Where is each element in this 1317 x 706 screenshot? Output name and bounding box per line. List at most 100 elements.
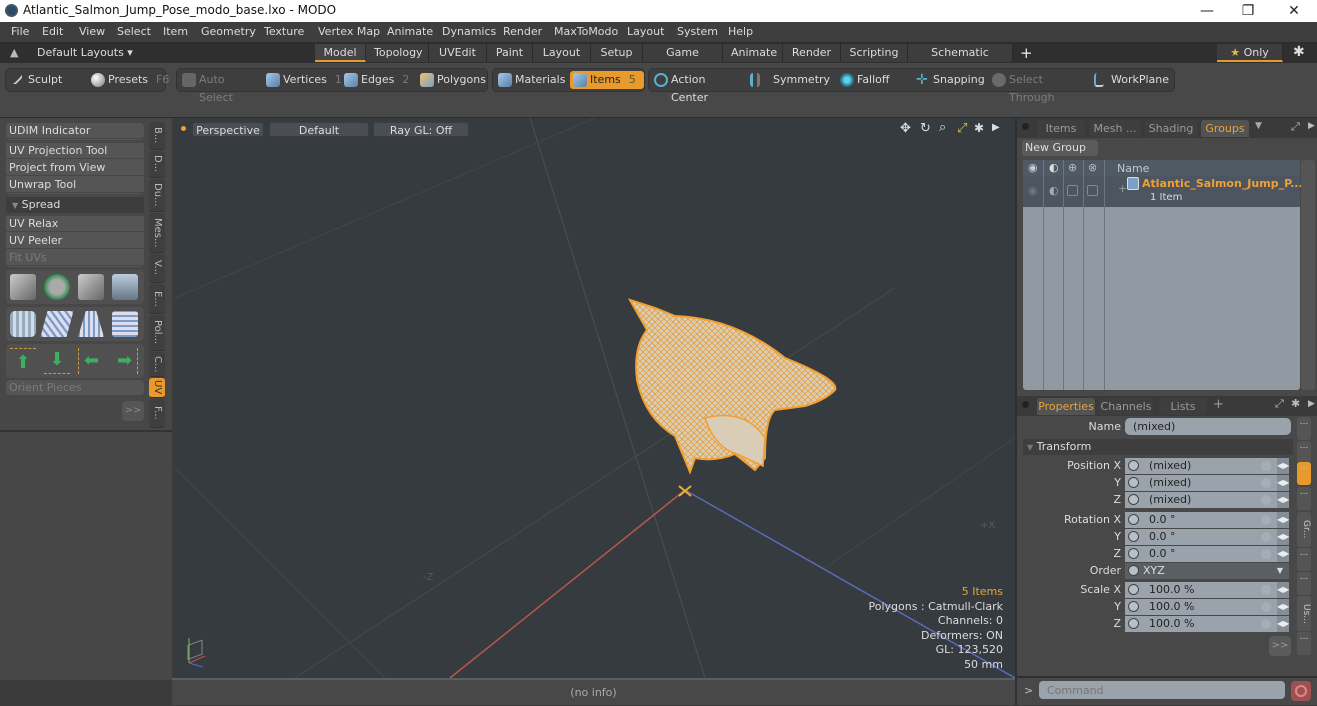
row-render-icon[interactable]: ◐: [1049, 184, 1059, 197]
only-toggle[interactable]: ★ Only: [1217, 44, 1283, 62]
align-bottom-arrow-icon[interactable]: ⬇: [44, 348, 70, 374]
drag-arrows-icon[interactable]: ◀▶: [1277, 616, 1289, 632]
vtab-curve[interactable]: C...: [149, 352, 165, 377]
minimize-button[interactable]: —: [1185, 0, 1229, 22]
viewport-options-dot[interactable]: [181, 126, 186, 131]
add-properties-tab-button[interactable]: +: [1213, 397, 1224, 412]
close-button[interactable]: ✕: [1272, 0, 1316, 22]
sculpt-button[interactable]: Sculpt: [8, 71, 86, 89]
expand-plus-icon[interactable]: +: [1118, 182, 1127, 195]
action-center-button[interactable]: Action Center: [651, 71, 743, 104]
rvtab-user[interactable]: Us...: [1297, 596, 1311, 631]
udim-indicator-button[interactable]: UDIM Indicator: [6, 123, 144, 139]
tab-mesh[interactable]: Mesh ...: [1089, 120, 1141, 137]
select-column-icon[interactable]: ⊗: [1088, 161, 1097, 174]
uv-cylinder-icon[interactable]: [10, 311, 36, 337]
row-visibility-icon[interactable]: ◉: [1028, 184, 1038, 197]
tabs-dropdown-icon[interactable]: ▼: [1255, 121, 1262, 131]
rotation-z-field[interactable]: 0.0 ° ◀▶: [1125, 546, 1289, 562]
more-tools-button[interactable]: >>: [122, 401, 144, 421]
animate-dot-icon[interactable]: [1128, 477, 1139, 488]
drag-arrows-icon[interactable]: ◀▶: [1277, 582, 1289, 598]
group-row[interactable]: ◉ ◐ + Atlantic_Salmon_Jump_P... 1 Item: [1023, 176, 1303, 207]
panel-menu-arrow-icon[interactable]: ▶: [1308, 121, 1315, 131]
reset-icon[interactable]: [1261, 478, 1271, 488]
more-properties-button[interactable]: >>: [1269, 636, 1291, 656]
rvtab-3[interactable]: ...: [1297, 462, 1311, 485]
lock-column-icon[interactable]: ⊕: [1068, 161, 1077, 174]
uv-peeler-button[interactable]: UV Peeler: [6, 233, 144, 249]
tab-uvedit[interactable]: UVEdit: [429, 44, 487, 62]
menu-texture[interactable]: Texture: [264, 25, 304, 38]
menu-geometry[interactable]: Geometry: [201, 25, 256, 38]
reset-icon[interactable]: [1261, 619, 1271, 629]
rvtab-4[interactable]: ...: [1297, 487, 1311, 510]
row-lock-checkbox[interactable]: [1067, 185, 1078, 196]
vtab-fusion[interactable]: F...: [149, 399, 165, 428]
rotation-y-field[interactable]: 0.0 ° ◀▶: [1125, 529, 1289, 545]
menu-edit[interactable]: Edit: [42, 25, 63, 38]
menu-view[interactable]: View: [79, 25, 105, 38]
uv-rotate-icon[interactable]: [44, 274, 70, 300]
tab-lists[interactable]: Lists: [1159, 398, 1207, 415]
align-top-arrow-icon[interactable]: ⬆: [10, 348, 36, 374]
menu-system[interactable]: System: [677, 25, 718, 38]
tab-topology[interactable]: Topology: [366, 44, 429, 62]
groups-list[interactable]: ◉ ◐ ⊕ ⊗ Name ◉ ◐ + Atlantic_Salmon_Jump_…: [1023, 160, 1303, 390]
panel-options-dot[interactable]: [1022, 123, 1029, 130]
vertices-button[interactable]: Vertices 1: [263, 71, 342, 89]
tab-animate[interactable]: Animate: [723, 44, 783, 62]
reset-icon[interactable]: [1261, 495, 1271, 505]
name-field[interactable]: (mixed): [1125, 418, 1291, 435]
tab-model[interactable]: Model: [315, 44, 366, 62]
auto-select-button[interactable]: Auto Select: [179, 71, 261, 104]
raygl-button[interactable]: Ray GL: Off: [373, 122, 469, 137]
drag-arrows-icon[interactable]: ◀▶: [1277, 475, 1289, 491]
tab-items[interactable]: Items: [1037, 120, 1085, 137]
animate-dot-icon[interactable]: [1128, 460, 1139, 471]
menu-vertex-map[interactable]: Vertex Map: [318, 25, 380, 38]
scale-y-field[interactable]: 100.0 % ◀▶: [1125, 599, 1289, 615]
tab-paint[interactable]: Paint: [487, 44, 533, 62]
uv-relax-button[interactable]: UV Relax: [6, 216, 144, 232]
position-y-field[interactable]: (mixed) ◀▶: [1125, 475, 1289, 491]
row-select-checkbox[interactable]: [1087, 185, 1098, 196]
drag-arrows-icon[interactable]: ◀▶: [1277, 458, 1289, 474]
tab-shading[interactable]: Shading: [1145, 120, 1197, 137]
viewport-menu-arrow-icon[interactable]: ▶: [992, 122, 1000, 133]
layout-arrow-icon[interactable]: ▲: [10, 46, 18, 59]
reset-icon[interactable]: [1261, 549, 1271, 559]
properties-options-dot[interactable]: [1022, 401, 1029, 408]
drag-arrows-icon[interactable]: ◀▶: [1277, 529, 1289, 545]
left-panel-divider[interactable]: [0, 430, 172, 432]
vtab-duplicate[interactable]: Du...: [149, 179, 165, 212]
reset-icon[interactable]: [1261, 461, 1271, 471]
menu-animate[interactable]: Animate: [387, 25, 433, 38]
scale-z-field[interactable]: 100.0 % ◀▶: [1125, 616, 1289, 632]
position-x-field[interactable]: (mixed) ◀▶: [1125, 458, 1289, 474]
uv-spherical-icon[interactable]: [112, 311, 138, 337]
record-macro-button[interactable]: [1291, 681, 1311, 701]
uv-projection-tool-button[interactable]: UV Projection Tool: [6, 143, 144, 159]
edges-button[interactable]: Edges 2: [341, 71, 415, 89]
drag-arrows-icon[interactable]: ◀▶: [1277, 512, 1289, 528]
align-right-arrow-icon[interactable]: ➡: [112, 348, 138, 374]
uv-plane-icon[interactable]: [40, 311, 74, 337]
view-mode-button[interactable]: Perspective: [192, 122, 264, 137]
reset-icon[interactable]: [1261, 515, 1271, 525]
add-tab-button[interactable]: +: [1020, 44, 1033, 62]
menu-render[interactable]: Render: [503, 25, 542, 38]
default-layouts-dropdown[interactable]: Default Layouts ▾: [37, 46, 133, 59]
animate-dot-icon[interactable]: [1128, 548, 1139, 559]
scale-x-field[interactable]: 100.0 % ◀▶: [1125, 582, 1289, 598]
polygons-button[interactable]: Polygons: [417, 71, 487, 89]
vtab-deform[interactable]: D...: [149, 151, 165, 178]
menu-dynamics[interactable]: Dynamics: [442, 25, 496, 38]
orient-pieces-button[interactable]: Orient Pieces: [6, 380, 144, 396]
fit-uvs-button[interactable]: Fit UVs: [6, 250, 144, 266]
reset-icon[interactable]: [1261, 602, 1271, 612]
command-input[interactable]: [1039, 681, 1285, 699]
menu-maxtomodo[interactable]: MaxToModo: [554, 25, 618, 38]
pan-view-icon[interactable]: ✥: [900, 121, 911, 136]
presets-button[interactable]: Presets F6: [88, 71, 169, 89]
